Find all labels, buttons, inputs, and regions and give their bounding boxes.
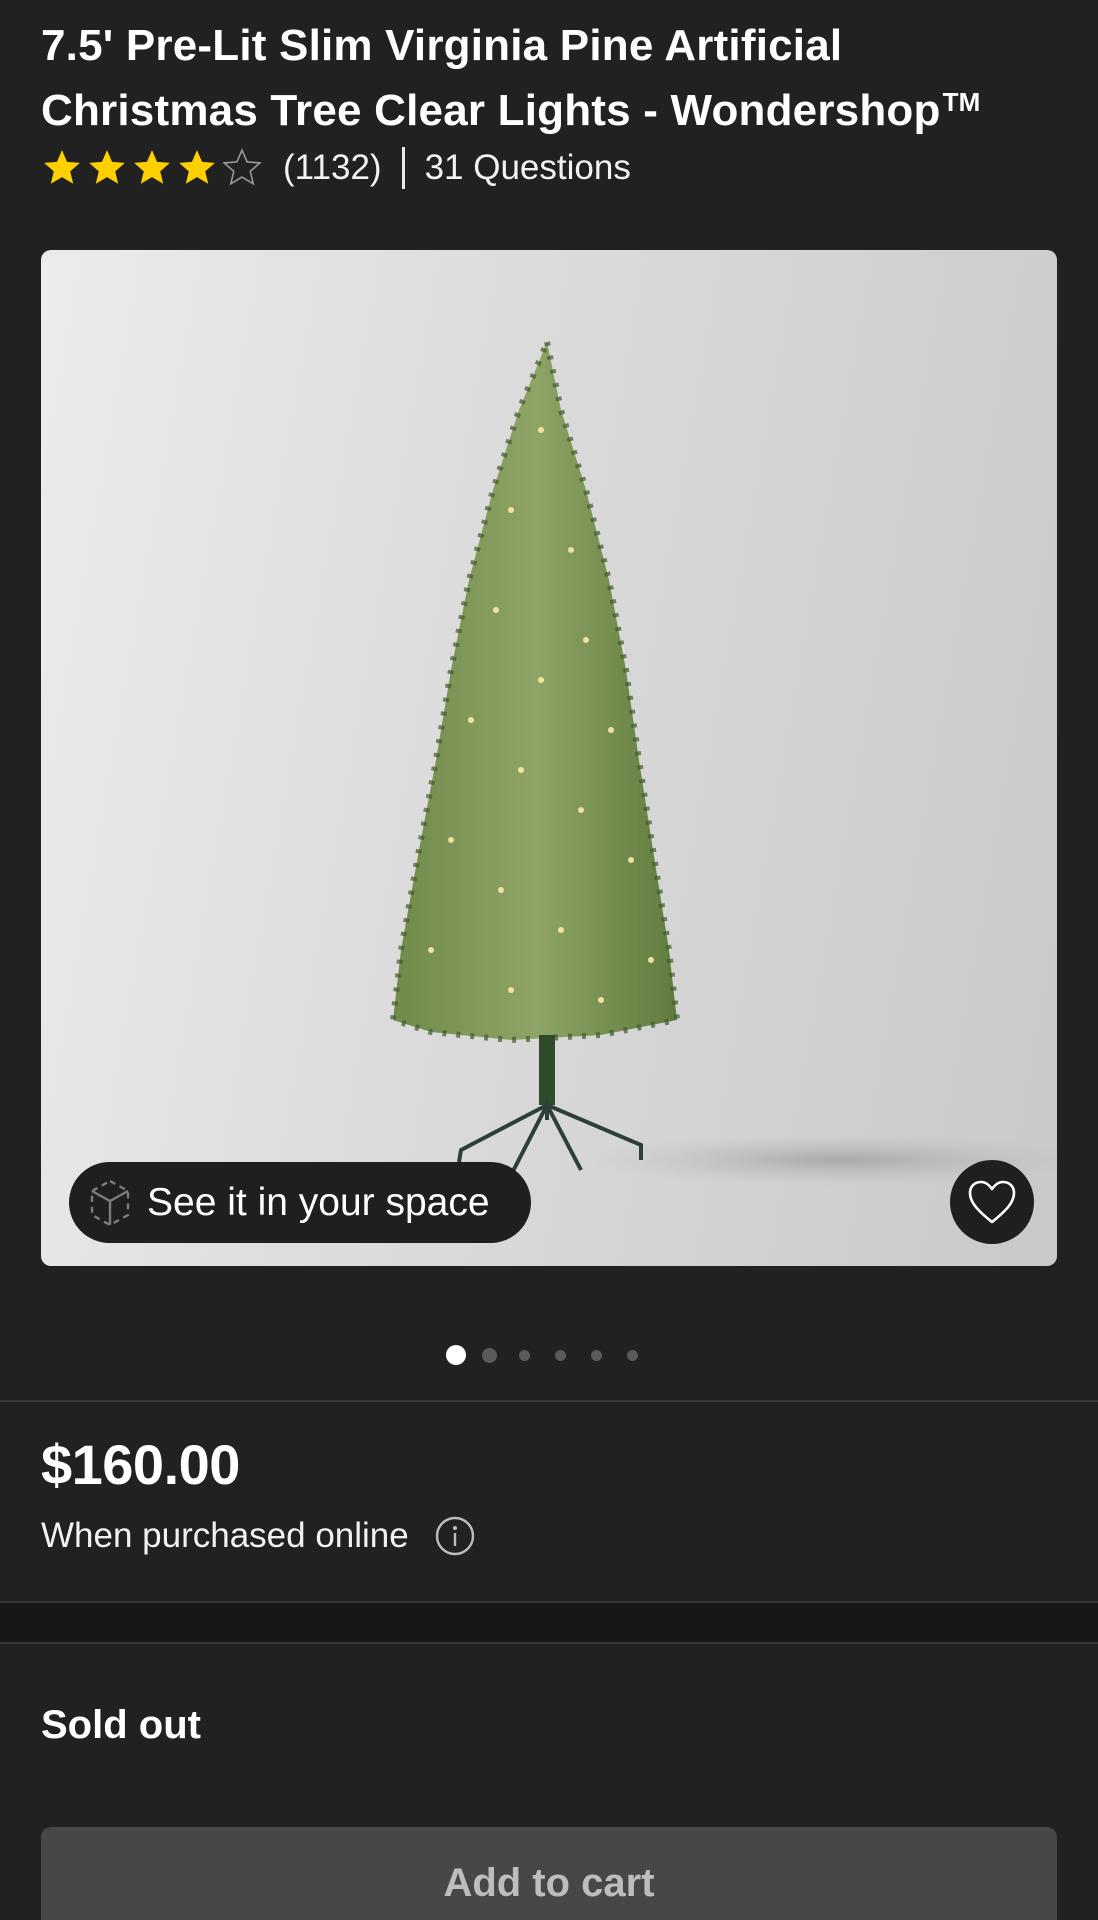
product-image-carousel[interactable]: See it in your space <box>41 250 1057 1266</box>
star-filled-icon <box>44 150 80 184</box>
carousel-dot[interactable] <box>591 1349 602 1361</box>
see-in-space-label: See it in your space <box>147 1180 490 1224</box>
carousel-dot[interactable] <box>482 1347 497 1363</box>
rating-count-link[interactable]: (1132) <box>283 148 382 188</box>
carousel-dot[interactable] <box>555 1349 566 1361</box>
carousel-dot[interactable] <box>627 1349 638 1361</box>
product-page: 7.5' Pre-Lit Slim Virginia Pine Artifici… <box>0 0 1098 1920</box>
add-to-cart-button[interactable]: Add to cart <box>41 1827 1057 1920</box>
divider <box>0 1400 1098 1402</box>
star-filled-icon <box>134 150 170 184</box>
product-title: 7.5' Pre-Lit Slim Virginia Pine Artifici… <box>41 18 1051 139</box>
questions-link[interactable]: 31 Questions <box>425 148 631 188</box>
rating-row: (1132) 31 Questions <box>41 142 631 194</box>
trademark-mark: TM <box>942 87 981 117</box>
price-note: When purchased online <box>41 1516 409 1555</box>
carousel-dot[interactable] <box>519 1349 530 1361</box>
rating-divider <box>401 147 405 189</box>
divider <box>0 1642 1098 1644</box>
heart-icon <box>968 1180 1016 1224</box>
add-to-cart-label: Add to cart <box>443 1861 655 1905</box>
star-empty-icon <box>222 148 262 186</box>
product-title-text: 7.5' Pre-Lit Slim Virginia Pine Artifici… <box>41 21 941 135</box>
carousel-pagination[interactable] <box>446 1343 638 1367</box>
ar-cube-icon <box>90 1179 130 1226</box>
availability-status: Sold out <box>41 1703 201 1747</box>
info-icon[interactable] <box>435 1516 475 1556</box>
section-separator <box>0 1603 1098 1643</box>
carousel-dot-active[interactable] <box>446 1345 466 1365</box>
favorite-button[interactable] <box>950 1160 1034 1244</box>
product-image <box>389 331 1057 1186</box>
star-filled-icon <box>179 150 215 184</box>
see-in-space-button[interactable]: See it in your space <box>69 1162 531 1243</box>
star-filled-icon <box>89 150 125 184</box>
price-note-row: When purchased online <box>41 1512 475 1560</box>
rating-stars[interactable] <box>41 147 263 189</box>
price: $160.00 <box>41 1433 240 1496</box>
